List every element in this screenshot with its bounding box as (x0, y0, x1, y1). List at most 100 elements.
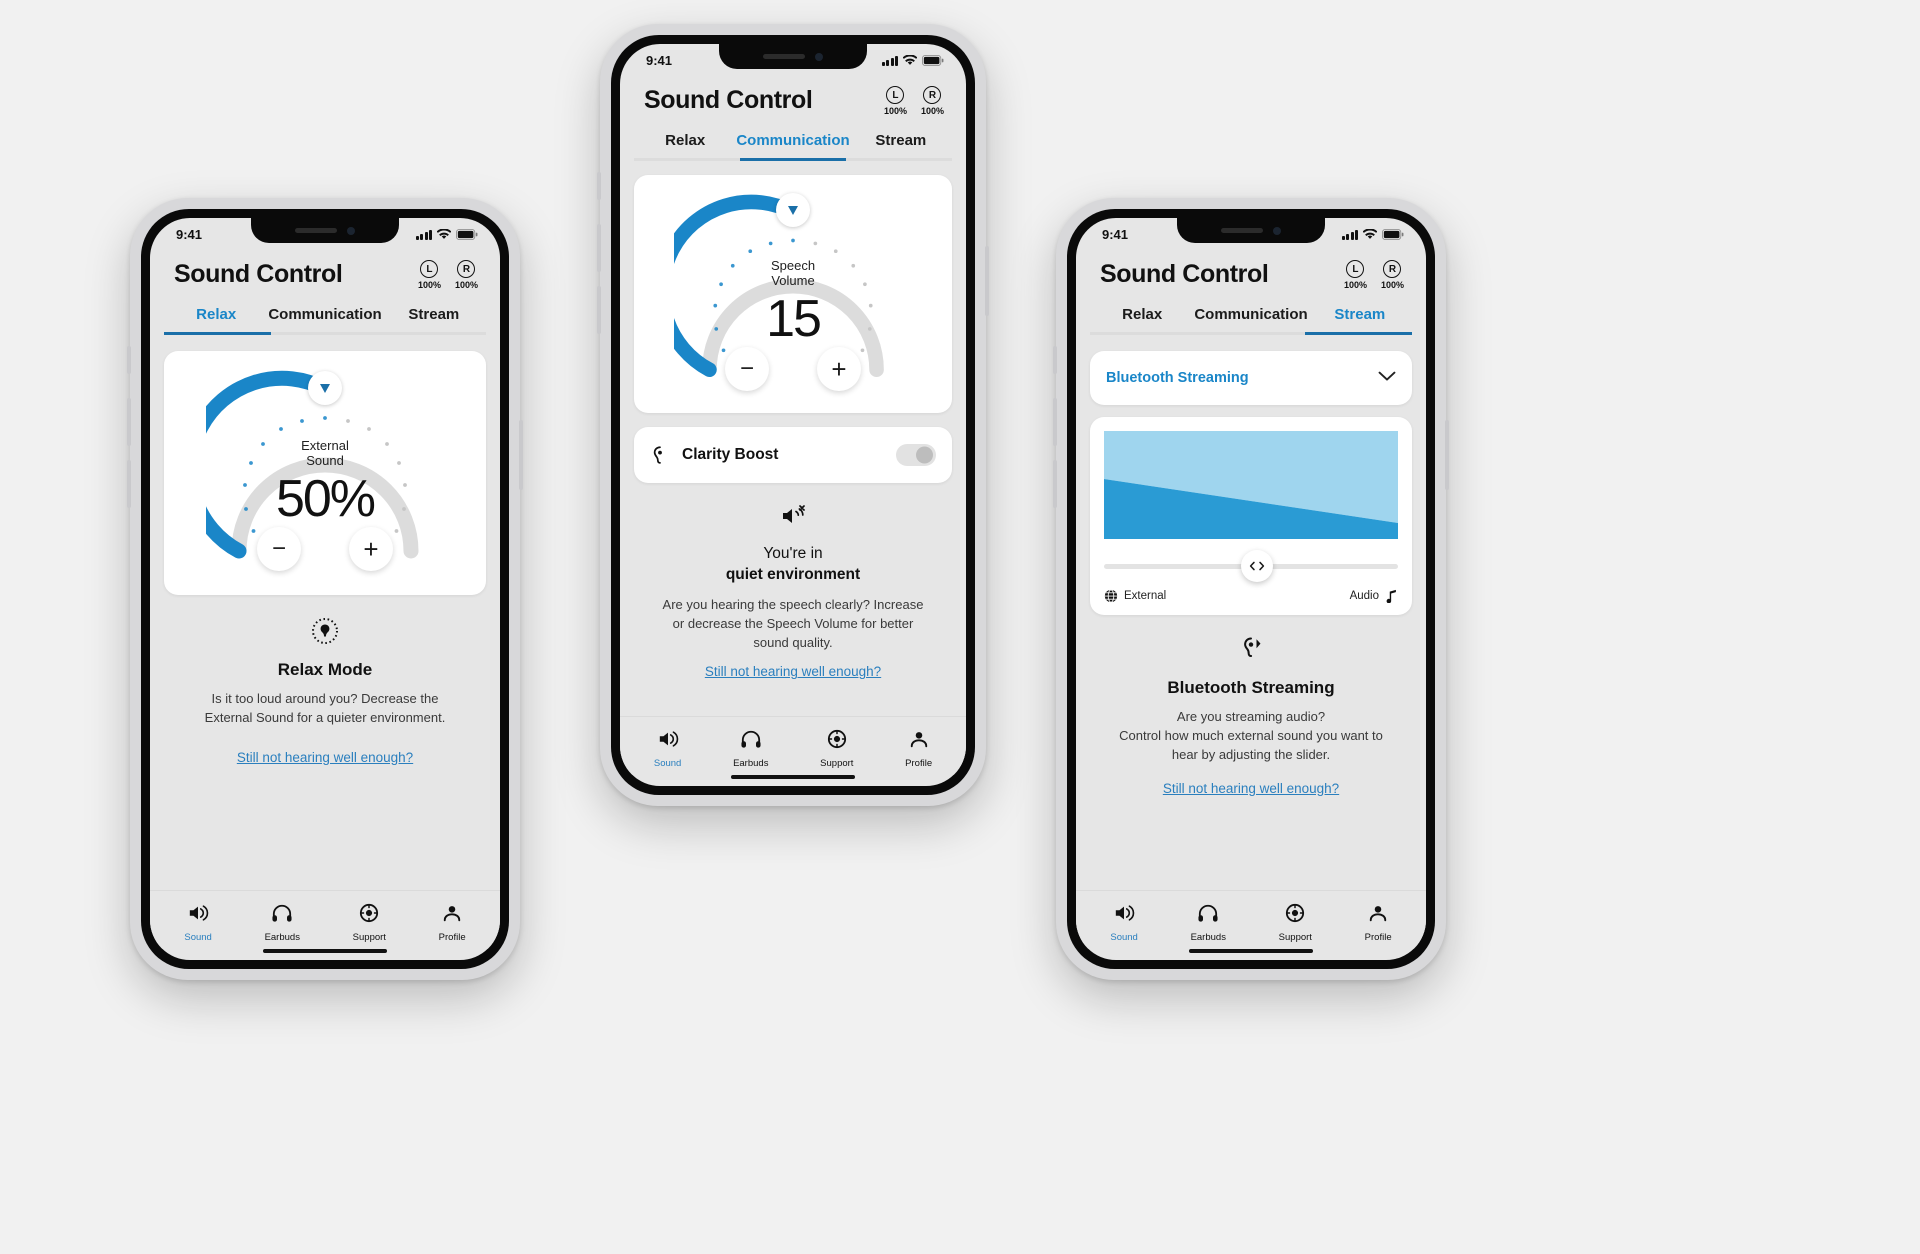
left-earbud-percent: 100% (883, 106, 907, 116)
person-icon (443, 906, 461, 922)
dial-step-buttons: − + (257, 527, 393, 571)
speaker-icon (1115, 905, 1135, 921)
battery-full-icon (1382, 229, 1404, 240)
headphones-icon (272, 904, 292, 922)
dial-knob[interactable] (308, 371, 342, 405)
tab-communication[interactable]: Communication (1194, 306, 1307, 323)
nav-item-sound[interactable]: Sound (184, 903, 212, 943)
clarity-boost-switch[interactable] (896, 444, 936, 466)
nav-item-profile[interactable]: Profile (1365, 903, 1392, 943)
clarity-boost-label: Clarity Boost (682, 446, 779, 463)
phone1-info-block: Relax Mode Is it too loud around you? De… (150, 595, 500, 767)
phone3-app-header: Sound Control L 100% R 100% (1076, 242, 1426, 290)
phone3-volume-down (1053, 460, 1057, 508)
left-earbud-battery: L 100% (1344, 260, 1367, 290)
nav-item-profile[interactable]: Profile (439, 903, 466, 943)
phone1-volume-down (127, 460, 131, 508)
nav-label-earbuds: Earbuds (1190, 932, 1226, 943)
wifi-icon (1363, 229, 1377, 240)
switch-knob (916, 446, 933, 464)
dial-label-line1: Speech (770, 258, 816, 273)
mix-left-label: External (1124, 590, 1167, 602)
right-earbud-icon: R (457, 260, 476, 278)
tab-communication[interactable]: Communication (268, 306, 381, 323)
right-earbud-icon: R (1383, 260, 1402, 278)
tab-relax[interactable]: Relax (1090, 306, 1194, 323)
increase-button[interactable]: + (349, 527, 393, 571)
left-earbud-icon: L (420, 260, 439, 278)
help-link[interactable]: Still not hearing well enough? (705, 664, 881, 679)
battery-full-icon (922, 55, 944, 66)
nav-item-sound[interactable]: Sound (654, 729, 681, 769)
phone1-bottom-nav: Sound Earbuds Support Profile (150, 890, 500, 949)
help-link[interactable]: Still not hearing well enough? (1163, 781, 1339, 796)
phone3-mute-switch (1053, 346, 1057, 374)
nav-label-sound: Sound (653, 758, 682, 769)
knob-caret-icon (320, 383, 330, 393)
wifi-icon (437, 229, 451, 240)
nav-item-profile[interactable]: Profile (905, 729, 932, 769)
phone-stream: 9:41 Sound Control L 100% R 100% Relax C… (1053, 198, 1449, 980)
chevron-down-icon[interactable] (1378, 369, 1396, 387)
nav-item-support[interactable]: Support (820, 729, 853, 769)
nav-item-earbuds[interactable]: Earbuds (1191, 903, 1226, 943)
dial-label-line1: External (301, 438, 349, 453)
music-note-icon (1386, 589, 1396, 603)
external-sound-dial[interactable]: External Sound 50% − + (164, 365, 486, 577)
mix-left-label-group: External (1104, 589, 1166, 603)
battery-full-icon (456, 229, 478, 240)
phone2-volume-up (597, 224, 601, 272)
mix-graph-shapes (1104, 431, 1398, 539)
nav-item-support[interactable]: Support (1279, 903, 1312, 943)
nav-item-support[interactable]: Support (353, 903, 386, 943)
speaker-icon (189, 905, 209, 921)
tab-stream[interactable]: Stream (1308, 306, 1412, 323)
phone3-home-indicator (1189, 949, 1313, 953)
sound-mixer-card: External Audio (1090, 417, 1412, 615)
clarity-boost-row[interactable]: Clarity Boost (634, 427, 952, 483)
nav-label-profile: Profile (905, 758, 933, 769)
info-desc-line2: External Sound for a quieter environment… (204, 709, 446, 725)
tab-stream[interactable]: Stream (850, 132, 952, 149)
increase-button[interactable]: + (817, 347, 861, 391)
phone3-bottom-nav: Sound Earbuds Support Profile (1076, 890, 1426, 949)
mix-slider-thumb[interactable] (1240, 550, 1273, 582)
status-time: 9:41 (1102, 227, 1129, 242)
headphones-icon (741, 730, 761, 748)
phone3-power-button (1445, 420, 1449, 490)
left-earbud-icon: L (1346, 260, 1365, 278)
cellular-bars-icon (415, 230, 432, 240)
nav-label-sound: Sound (1110, 932, 1138, 943)
mix-right-label: Audio (1349, 590, 1379, 602)
dial-value: 15 (766, 290, 822, 348)
phone3-volume-up (1053, 398, 1057, 446)
noisy-environment-icon (640, 503, 946, 534)
left-earbud-battery: L 100% (884, 86, 907, 116)
phone3-screen: 9:41 Sound Control L 100% R 100% Relax C… (1076, 218, 1426, 960)
nav-item-sound[interactable]: Sound (1110, 903, 1138, 943)
speech-volume-dial[interactable]: Speech Volume 15 − + (634, 189, 952, 395)
dial-knob[interactable] (776, 193, 810, 227)
phone1-home-indicator (263, 949, 387, 953)
help-link[interactable]: Still not hearing well enough? (237, 750, 413, 765)
info-description: Is it too loud around you? Decrease the … (174, 690, 476, 728)
info-desc-line2: or decrease the Speech Volume for better (672, 615, 914, 631)
decrease-button[interactable]: − (725, 347, 769, 391)
right-earbud-battery: R 100% (455, 260, 478, 290)
left-earbud-battery: L 100% (418, 260, 441, 290)
streaming-source-dropdown[interactable]: Bluetooth Streaming (1090, 351, 1412, 405)
tab-relax[interactable]: Relax (164, 306, 268, 323)
tab-relax[interactable]: Relax (634, 132, 736, 149)
tab-communication[interactable]: Communication (736, 132, 849, 149)
clarity-boost-left: Clarity Boost (650, 445, 778, 465)
nav-label-support: Support (1278, 932, 1312, 943)
nav-item-earbuds[interactable]: Earbuds (733, 729, 768, 769)
mix-slider[interactable] (1104, 550, 1398, 582)
person-icon (910, 732, 927, 748)
status-time: 9:41 (176, 227, 203, 242)
tab-stream[interactable]: Stream (382, 306, 486, 323)
phone1-tab-underline (164, 332, 486, 335)
decrease-button[interactable]: − (257, 527, 301, 571)
nav-item-earbuds[interactable]: Earbuds (265, 903, 300, 943)
dial-label: External Sound (164, 438, 486, 469)
